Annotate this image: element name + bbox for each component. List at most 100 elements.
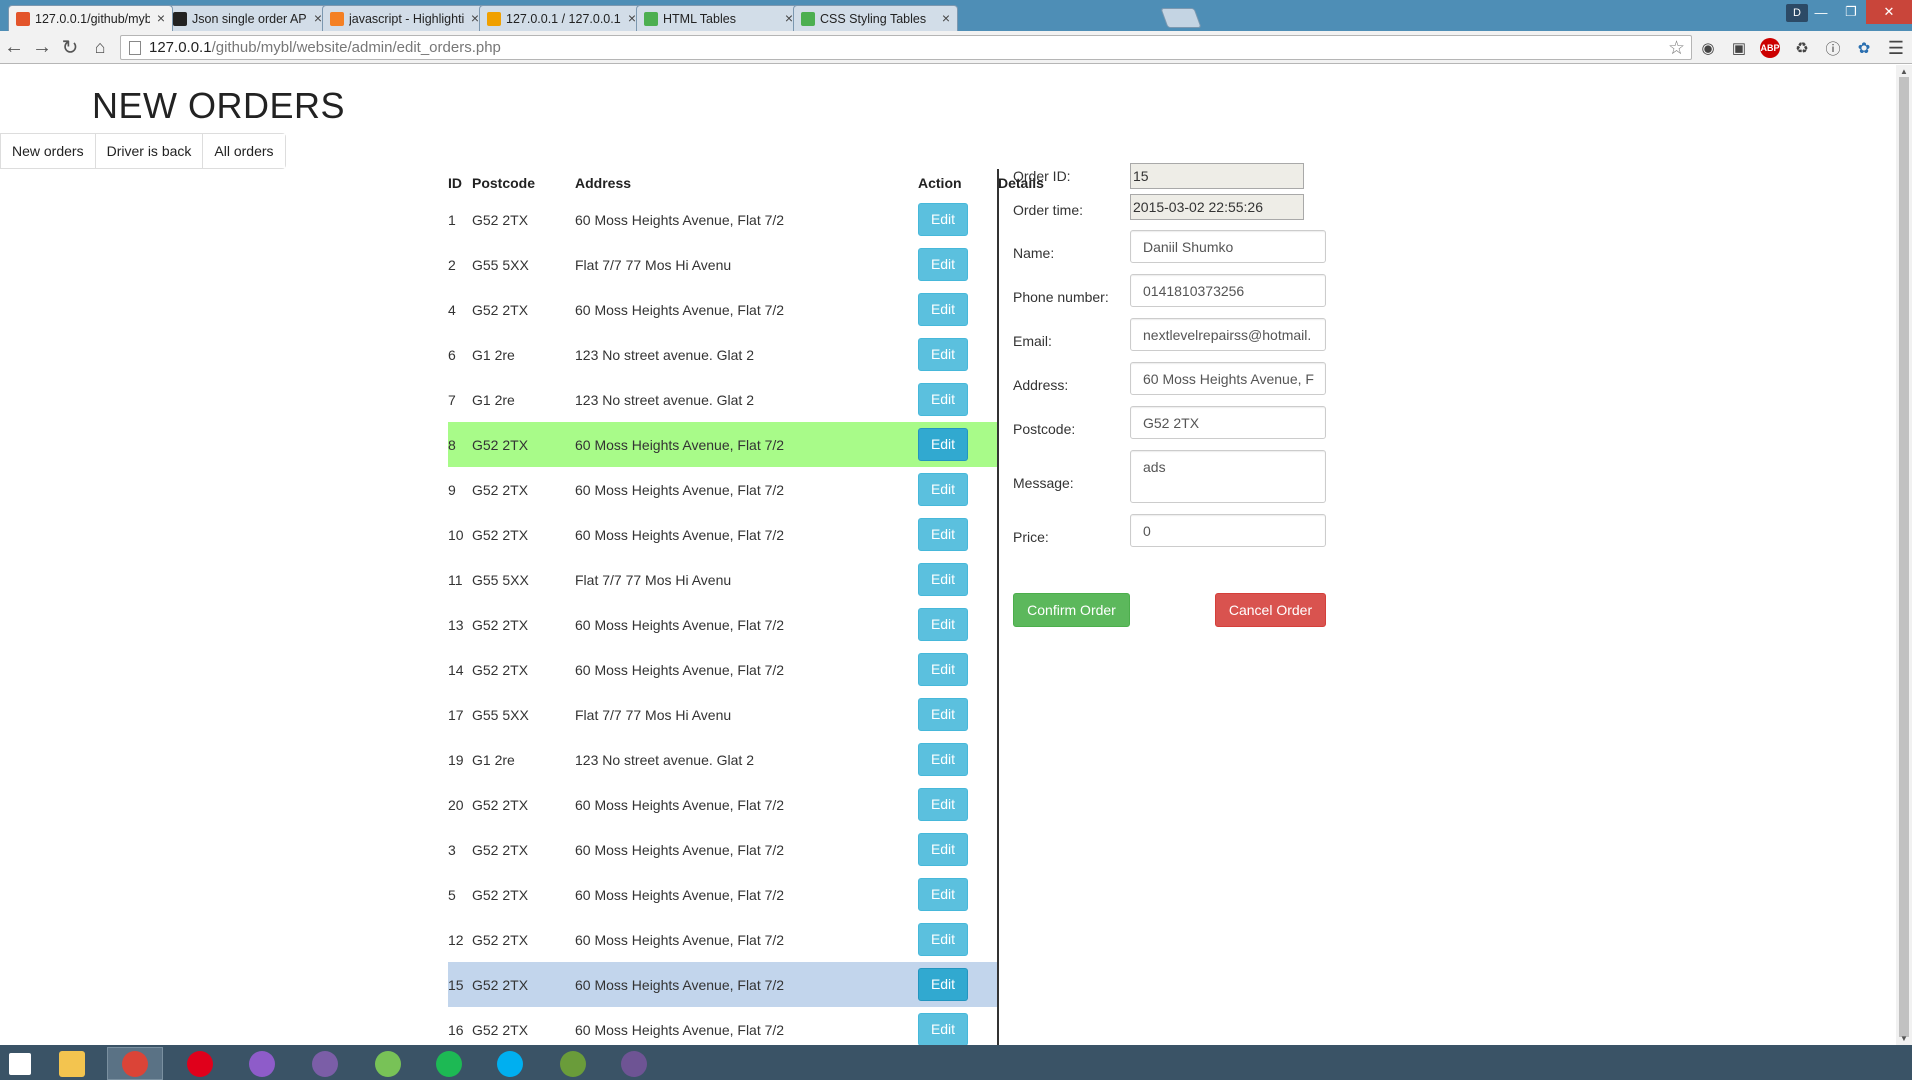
taskbar-item[interactable]	[297, 1047, 353, 1080]
edit-button[interactable]: Edit	[918, 878, 968, 911]
edit-button[interactable]: Edit	[918, 788, 968, 821]
email-field[interactable]: nextlevelrepairss@hotmail.	[1130, 318, 1326, 351]
message-textarea[interactable]: ads	[1130, 450, 1326, 503]
edit-button[interactable]: Edit	[918, 1013, 968, 1045]
browser-tab[interactable]: javascript - Highlighting a ×	[322, 5, 487, 31]
taskbar-item[interactable]	[421, 1047, 477, 1080]
close-tab-icon[interactable]: ×	[157, 10, 165, 26]
bookmark-star-icon[interactable]: ☆	[1668, 37, 1685, 60]
table-row[interactable]: 3 G52 2TX 60 Moss Heights Avenue, Flat 7/2…	[448, 827, 998, 872]
edit-button[interactable]: Edit	[918, 518, 968, 551]
address-bar[interactable]: 127.0.0.1/github/mybl/website/admin/edit…	[120, 35, 1692, 60]
edit-button[interactable]: Edit	[918, 203, 968, 236]
order-id-cell: 19	[448, 751, 464, 768]
order-id-cell: 17	[448, 706, 464, 723]
recycle-icon[interactable]: ♻	[1792, 38, 1812, 58]
filter-new-orders[interactable]: New orders	[1, 134, 96, 168]
home-icon[interactable]: ⌂	[88, 35, 112, 59]
page-scrollbar[interactable]: ▲ ▼	[1896, 65, 1912, 1045]
table-row[interactable]: 20 G52 2TX 60 Moss Heights Avenue, Flat 7/…	[448, 782, 998, 827]
phone-field[interactable]: 0141810373256	[1130, 274, 1326, 307]
scroll-thumb[interactable]	[1899, 77, 1909, 1037]
edit-button[interactable]: Edit	[918, 248, 968, 281]
browser-tab[interactable]: HTML Tables ×	[636, 5, 801, 31]
table-row[interactable]: 19 G1 2re 123 No street avenue. Glat 2 Edit	[448, 737, 998, 782]
reload-icon[interactable]: ↻	[58, 35, 82, 59]
taskbar-item[interactable]	[360, 1047, 416, 1080]
browser-tab[interactable]: Json single order API · svc ×	[165, 5, 330, 31]
confirm-order-button[interactable]: Confirm Order	[1013, 593, 1130, 627]
table-row[interactable]: 17 G55 5XX Flat 7/7 77 Mos Hi Avenu Edit	[448, 692, 998, 737]
name-field[interactable]: Daniil Shumko	[1130, 230, 1326, 263]
forward-icon[interactable]: →	[30, 35, 54, 59]
info-icon[interactable]: ⓘ	[1823, 38, 1843, 58]
taskbar-item[interactable]	[234, 1047, 290, 1080]
browser-tab[interactable]: CSS Styling Tables ×	[793, 5, 958, 31]
cancel-order-button[interactable]: Cancel Order	[1215, 593, 1326, 627]
table-row[interactable]: 12 G52 2TX 60 Moss Heights Avenue, Flat 7/…	[448, 917, 998, 962]
address-field[interactable]: 60 Moss Heights Avenue, F	[1130, 362, 1326, 395]
filter-driver-is-back[interactable]: Driver is back	[95, 134, 204, 168]
close-tab-icon[interactable]: ×	[628, 10, 636, 26]
edit-button[interactable]: Edit	[918, 338, 968, 371]
table-row[interactable]: 16 G52 2TX 60 Moss Heights Avenue, Flat 7/…	[448, 1007, 998, 1045]
extension-globe-icon[interactable]: ◉	[1698, 38, 1718, 58]
edit-button[interactable]: Edit	[918, 428, 968, 461]
edit-button[interactable]: Edit	[918, 833, 968, 866]
edit-button[interactable]: Edit	[918, 608, 968, 641]
profile-button[interactable]: D	[1786, 4, 1808, 22]
edit-button[interactable]: Edit	[918, 293, 968, 326]
adblock-icon[interactable]: ABP	[1760, 38, 1780, 58]
new-tab-button[interactable]	[1160, 8, 1202, 28]
table-row[interactable]: 14 G52 2TX 60 Moss Heights Avenue, Flat 7/…	[448, 647, 998, 692]
table-row[interactable]: 5 G52 2TX 60 Moss Heights Avenue, Flat 7/2…	[448, 872, 998, 917]
filter-all-orders[interactable]: All orders	[203, 134, 285, 168]
table-row[interactable]: 7 G1 2re 123 No street avenue. Glat 2 Edit	[448, 377, 998, 422]
table-row[interactable]: 15 G52 2TX 60 Moss Heights Avenue, Flat 7/…	[448, 962, 998, 1007]
table-row[interactable]: 9 G52 2TX 60 Moss Heights Avenue, Flat 7/2…	[448, 467, 998, 512]
taskbar-item[interactable]	[482, 1047, 538, 1080]
taskbar-item[interactable]	[606, 1047, 662, 1080]
browser-tab[interactable]: 127.0.0.1 / 127.0.0.1 / myb ×	[479, 5, 644, 31]
edit-button[interactable]: Edit	[918, 743, 968, 776]
browser-tab[interactable]: 127.0.0.1/github/mybl/we ×	[8, 5, 173, 31]
close-tab-icon[interactable]: ×	[471, 10, 479, 26]
price-field[interactable]: 0	[1130, 514, 1326, 547]
restore-icon[interactable]: ❐	[1836, 0, 1866, 24]
paw-icon[interactable]: ✿	[1854, 38, 1874, 58]
cast-icon[interactable]: ▣	[1729, 38, 1749, 58]
taskbar-item[interactable]	[44, 1047, 100, 1080]
table-row[interactable]: 11 G55 5XX Flat 7/7 77 Mos Hi Avenu Edit	[448, 557, 998, 602]
edit-button[interactable]: Edit	[918, 698, 968, 731]
edit-button[interactable]: Edit	[918, 563, 968, 596]
taskbar-item[interactable]	[107, 1047, 163, 1080]
chrome-icon	[122, 1050, 148, 1077]
table-row[interactable]: 8 G52 2TX 60 Moss Heights Avenue, Flat 7/2…	[448, 422, 998, 467]
address-cell: 60 Moss Heights Avenue, Flat 7/2	[575, 422, 918, 467]
table-row[interactable]: 6 G1 2re 123 No street avenue. Glat 2 Edit	[448, 332, 998, 377]
minimize-icon[interactable]: —	[1806, 0, 1836, 24]
close-window-icon[interactable]: ✕	[1866, 0, 1912, 24]
edit-button[interactable]: Edit	[918, 473, 968, 506]
postcode-field[interactable]: G52 2TX	[1130, 406, 1326, 439]
table-row[interactable]: 13 G52 2TX 60 Moss Heights Avenue, Flat 7/…	[448, 602, 998, 647]
back-icon[interactable]: ←	[2, 35, 26, 59]
edit-button[interactable]: Edit	[918, 653, 968, 686]
edit-button[interactable]: Edit	[918, 923, 968, 956]
menu-icon[interactable]: ☰	[1886, 38, 1906, 58]
table-row[interactable]: 1 G52 2TX 60 Moss Heights Avenue, Flat 7/2…	[448, 197, 998, 242]
taskbar-item[interactable]	[545, 1047, 601, 1080]
edit-button[interactable]: Edit	[918, 968, 968, 1001]
taskbar-item[interactable]	[0, 1047, 40, 1080]
close-tab-icon[interactable]: ×	[785, 10, 793, 26]
order-id-cell: 3	[448, 841, 456, 858]
edit-button[interactable]: Edit	[918, 383, 968, 416]
table-row[interactable]: 2 G55 5XX Flat 7/7 77 Mos Hi Avenu Edit	[448, 242, 998, 287]
close-tab-icon[interactable]: ×	[942, 10, 950, 26]
scroll-up-icon[interactable]: ▲	[1900, 67, 1908, 76]
scroll-down-icon[interactable]: ▼	[1900, 1034, 1908, 1043]
taskbar-item[interactable]	[172, 1047, 228, 1080]
close-tab-icon[interactable]: ×	[314, 10, 322, 26]
table-row[interactable]: 10 G52 2TX 60 Moss Heights Avenue, Flat 7/…	[448, 512, 998, 557]
table-row[interactable]: 4 G52 2TX 60 Moss Heights Avenue, Flat 7/2…	[448, 287, 998, 332]
